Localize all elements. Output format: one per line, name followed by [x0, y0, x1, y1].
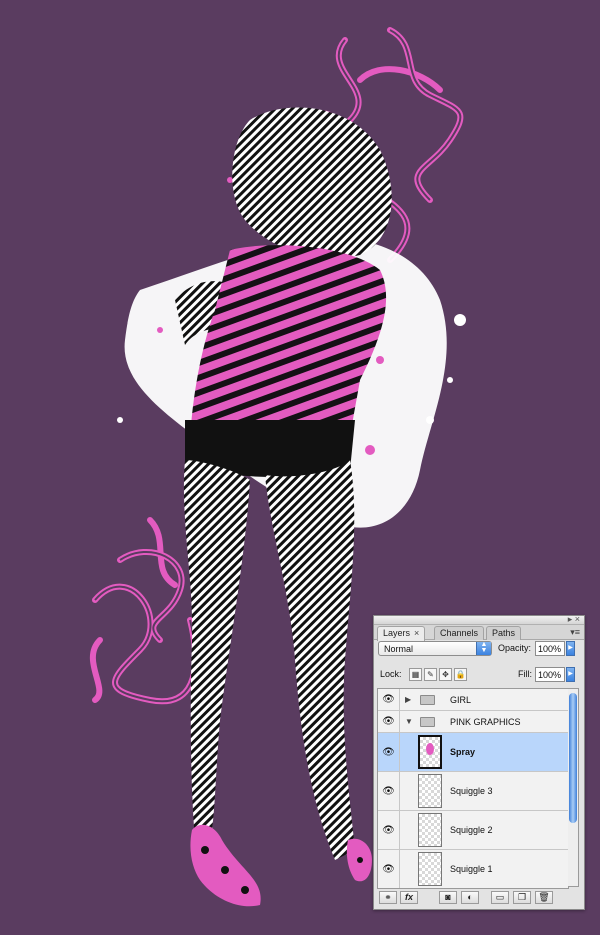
opacity-slider-button[interactable]: ▶ [566, 641, 575, 656]
layer-squiggle-3[interactable]: 👁 Squiggle 3 [378, 772, 568, 811]
layer-name: Spray [450, 747, 476, 757]
visibility-eye-icon[interactable]: 👁 [378, 811, 400, 849]
scrollbar-thumb[interactable] [569, 693, 577, 823]
opacity-label: Opacity: [498, 643, 532, 653]
select-arrows-icon[interactable]: ▲ ▼ [476, 641, 491, 655]
lock-position-icon[interactable]: ✥ [439, 668, 452, 681]
blend-mode-select[interactable]: Normal ▲ ▼ [378, 641, 492, 656]
fill-slider-button[interactable]: ▶ [566, 667, 575, 682]
visibility-eye-icon[interactable]: 👁 [378, 689, 400, 710]
visibility-eye-icon[interactable]: 👁 [378, 733, 400, 771]
add-mask-icon[interactable]: ◙ [439, 891, 457, 904]
fill-label: Fill: [518, 669, 532, 679]
folder-icon [420, 717, 435, 727]
new-group-icon[interactable]: ▭ [491, 891, 509, 904]
tab-layers[interactable]: Layers × [377, 626, 426, 641]
palette-tabs: Layers × Channels Paths ▾≡ [374, 625, 584, 641]
adjustment-layer-icon[interactable]: ◐ [461, 891, 479, 904]
layer-thumbnail [418, 735, 442, 769]
link-layers-icon[interactable]: ⚭ [379, 891, 397, 904]
visibility-eye-icon[interactable]: 👁 [378, 772, 400, 810]
fill-input[interactable]: 100% [535, 667, 565, 682]
layers-scrollbar[interactable] [568, 688, 579, 887]
lock-transparency-icon[interactable]: ▦ [409, 668, 422, 681]
palette-footer: ⚭ fx ◙ ◐ ▭ ❐ 🗑 [377, 891, 579, 906]
layers-list: 👁 ▶ GIRL 👁 ▼ PINK GRAPHICS 👁 Spray 👁 Squ… [377, 688, 569, 889]
layer-name: GIRL [450, 695, 472, 705]
tab-channels[interactable]: Channels [434, 626, 485, 640]
opacity-input[interactable]: 100% [535, 641, 565, 656]
new-layer-icon[interactable]: ❐ [513, 891, 531, 904]
layer-name: Squiggle 2 [450, 825, 493, 835]
layer-name: PINK GRAPHICS [450, 717, 521, 727]
layers-palette: ▸ × Layers × Channels Paths ▾≡ Normal ▲ ▼ … [373, 614, 585, 910]
panel-menu-icon[interactable]: ▾≡ [570, 627, 580, 638]
lock-label: Lock: [380, 669, 402, 679]
delete-layer-icon[interactable]: 🗑 [535, 891, 553, 904]
spray-thumb-graphic [426, 743, 434, 755]
layer-thumbnail [418, 852, 442, 886]
folder-icon [420, 695, 435, 705]
collapse-icon[interactable]: ▸ × [568, 614, 580, 625]
blend-mode-value: Normal [384, 644, 414, 654]
tab-channels-label: Channels [440, 628, 479, 638]
visibility-eye-icon[interactable]: 👁 [378, 850, 400, 888]
layer-squiggle-2[interactable]: 👁 Squiggle 2 [378, 811, 568, 850]
layer-thumbnail [418, 813, 442, 847]
lock-all-icon[interactable]: 🔒 [454, 668, 467, 681]
squiggle-bottom [89, 517, 199, 705]
palette-titlebar[interactable]: ▸ × [374, 614, 584, 625]
expand-triangle-icon[interactable]: ▶ [405, 695, 411, 704]
blend-row: Normal ▲ ▼ Opacity: 100% ▶ [378, 641, 578, 659]
layer-thumbnail [418, 774, 442, 808]
layer-spray[interactable]: 👁 Spray [378, 733, 568, 772]
tab-paths-label: Paths [492, 628, 516, 638]
tab-close-icon[interactable]: × [414, 628, 419, 638]
collapse-triangle-icon[interactable]: ▼ [405, 717, 413, 726]
visibility-eye-icon[interactable]: 👁 [378, 711, 400, 732]
lock-pixels-icon[interactable]: ✎ [424, 668, 437, 681]
layer-squiggle-1[interactable]: 👁 Squiggle 1 [378, 850, 568, 888]
tab-paths[interactable]: Paths [486, 626, 522, 640]
layer-name: Squiggle 3 [450, 786, 493, 796]
lock-row: Lock: ▦ ✎ ✥ 🔒 Fill: 100% ▶ [378, 667, 578, 685]
tab-layers-label: Layers [383, 628, 411, 638]
layer-group-girl[interactable]: 👁 ▶ GIRL [378, 689, 568, 711]
fx-button[interactable]: fx [400, 891, 418, 904]
layer-group-pink-graphics[interactable]: 👁 ▼ PINK GRAPHICS [378, 711, 568, 733]
layer-name: Squiggle 1 [450, 864, 493, 874]
